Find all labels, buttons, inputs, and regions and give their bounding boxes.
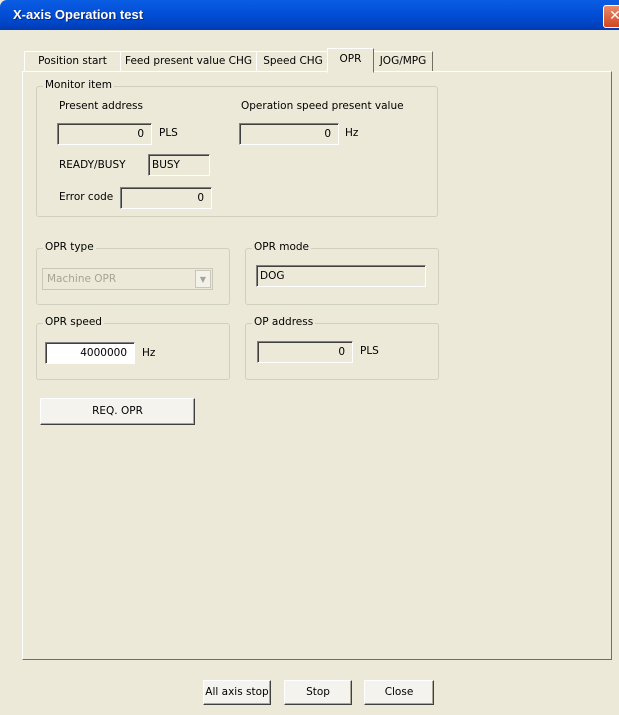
tab-speed-chg[interactable]: Speed CHG <box>256 51 330 71</box>
opr-mode-legend: OPR mode <box>252 241 312 253</box>
window-title: X-axis Operation test <box>13 7 144 22</box>
present-address-unit: PLS <box>159 127 178 139</box>
operation-speed-label: Operation speed present value <box>241 100 404 112</box>
opr-speed-legend: OPR speed <box>43 316 104 328</box>
tab-position-start[interactable]: Position start <box>24 51 121 71</box>
ready-busy-field: BUSY <box>148 154 210 176</box>
close-button[interactable]: Close <box>364 680 434 705</box>
opr-mode-field: DOG <box>256 265 426 287</box>
op-address-field: 0 <box>257 341 353 363</box>
all-axis-stop-button[interactable]: All axis stop <box>203 680 271 705</box>
error-code-field: 0 <box>120 187 212 209</box>
operation-speed-unit: Hz <box>345 127 359 139</box>
present-address-field: 0 <box>57 123 152 145</box>
op-address-unit: PLS <box>360 345 379 357</box>
opr-type-legend: OPR type <box>43 241 96 253</box>
monitor-item-legend: Monitor item <box>43 79 114 91</box>
opr-type-selected: Machine OPR <box>47 273 117 285</box>
opr-type-select[interactable]: Machine OPR ▼ <box>42 268 213 290</box>
close-icon: ✕ <box>609 8 619 24</box>
operation-speed-field: 0 <box>239 123 339 145</box>
ready-busy-label: READY/BUSY <box>59 159 126 171</box>
tab-jog-mpg[interactable]: JOG/MPG <box>373 51 433 71</box>
title-bar: X-axis Operation test ✕ <box>0 0 619 30</box>
opr-speed-input[interactable]: 4000000 <box>45 342 135 364</box>
present-address-label: Present address <box>59 100 143 112</box>
chevron-down-icon: ▼ <box>195 270 211 288</box>
tab-feed-present-value-chg[interactable]: Feed present value CHG <box>120 51 257 71</box>
opr-speed-unit: Hz <box>142 347 156 359</box>
error-code-label: Error code <box>59 191 114 203</box>
tab-opr[interactable]: OPR <box>327 48 374 73</box>
op-address-legend: OP address <box>252 316 316 328</box>
close-window-button[interactable]: ✕ <box>603 5 619 28</box>
req-opr-button[interactable]: REQ. OPR <box>40 398 195 425</box>
stop-button[interactable]: Stop <box>284 680 352 705</box>
